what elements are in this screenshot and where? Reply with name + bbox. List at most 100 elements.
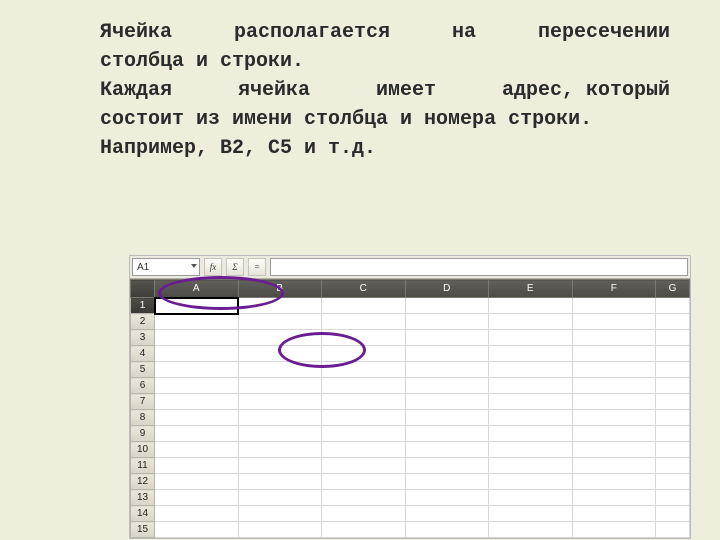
cell[interactable]	[656, 346, 690, 362]
cell[interactable]	[656, 506, 690, 522]
row-header[interactable]: 5	[131, 362, 155, 378]
cell[interactable]	[405, 314, 489, 330]
cell[interactable]	[155, 410, 239, 426]
col-header[interactable]: C	[322, 280, 406, 298]
sum-button[interactable]: Σ	[226, 258, 244, 276]
cell[interactable]	[405, 378, 489, 394]
cell[interactable]	[155, 362, 239, 378]
cell[interactable]	[405, 426, 489, 442]
cell[interactable]	[656, 442, 690, 458]
cell[interactable]	[322, 490, 406, 506]
cell[interactable]	[405, 522, 489, 538]
cell[interactable]	[238, 378, 322, 394]
row-header[interactable]: 3	[131, 330, 155, 346]
cell[interactable]	[656, 394, 690, 410]
cell[interactable]	[238, 490, 322, 506]
row-header[interactable]: 1	[131, 298, 155, 314]
cell[interactable]	[155, 522, 239, 538]
cell[interactable]	[405, 490, 489, 506]
cell[interactable]	[656, 314, 690, 330]
cell[interactable]	[489, 506, 573, 522]
cell[interactable]	[405, 458, 489, 474]
cell[interactable]	[155, 394, 239, 410]
cell[interactable]	[572, 426, 656, 442]
cell[interactable]	[572, 394, 656, 410]
cell[interactable]	[572, 362, 656, 378]
name-box[interactable]: A1	[132, 258, 200, 276]
cell[interactable]	[322, 394, 406, 410]
col-header[interactable]: A	[155, 280, 239, 298]
cell[interactable]	[656, 298, 690, 314]
cell[interactable]	[322, 474, 406, 490]
cell[interactable]	[322, 330, 406, 346]
cell[interactable]	[489, 442, 573, 458]
cell[interactable]	[572, 490, 656, 506]
cell[interactable]	[155, 346, 239, 362]
cell[interactable]	[489, 378, 573, 394]
row-header[interactable]: 8	[131, 410, 155, 426]
cell[interactable]	[155, 378, 239, 394]
cell[interactable]	[322, 442, 406, 458]
col-header[interactable]: G	[656, 280, 690, 298]
cell[interactable]	[656, 378, 690, 394]
row-header[interactable]: 7	[131, 394, 155, 410]
cell[interactable]	[322, 314, 406, 330]
cell[interactable]	[405, 442, 489, 458]
row-header[interactable]: 11	[131, 458, 155, 474]
cell[interactable]	[572, 442, 656, 458]
cell[interactable]	[572, 330, 656, 346]
cell[interactable]	[572, 378, 656, 394]
row-header[interactable]: 4	[131, 346, 155, 362]
cell[interactable]	[405, 410, 489, 426]
cell[interactable]	[405, 298, 489, 314]
cell[interactable]	[155, 458, 239, 474]
cell[interactable]	[322, 458, 406, 474]
cell[interactable]	[489, 346, 573, 362]
cell[interactable]	[238, 458, 322, 474]
cell[interactable]	[489, 314, 573, 330]
cell[interactable]	[405, 474, 489, 490]
col-header[interactable]: E	[489, 280, 573, 298]
cell[interactable]	[656, 474, 690, 490]
fx-button[interactable]: fx	[204, 258, 222, 276]
cell[interactable]	[572, 458, 656, 474]
cell[interactable]	[489, 298, 573, 314]
cell[interactable]	[572, 410, 656, 426]
cell[interactable]	[405, 506, 489, 522]
cell[interactable]	[238, 394, 322, 410]
cell[interactable]	[238, 442, 322, 458]
row-header[interactable]: 12	[131, 474, 155, 490]
cell[interactable]	[572, 474, 656, 490]
formula-input[interactable]	[270, 258, 688, 276]
cell[interactable]	[238, 522, 322, 538]
cell[interactable]	[238, 474, 322, 490]
cell[interactable]	[322, 410, 406, 426]
cell[interactable]	[656, 362, 690, 378]
cell[interactable]	[155, 330, 239, 346]
cell-A1[interactable]	[155, 298, 239, 314]
cell[interactable]	[238, 362, 322, 378]
cell[interactable]	[489, 394, 573, 410]
cell[interactable]	[155, 474, 239, 490]
cell[interactable]	[155, 490, 239, 506]
cell[interactable]	[656, 522, 690, 538]
cell[interactable]	[322, 378, 406, 394]
row-header[interactable]: 13	[131, 490, 155, 506]
cell[interactable]	[489, 474, 573, 490]
cell[interactable]	[489, 490, 573, 506]
col-header[interactable]: D	[405, 280, 489, 298]
cell[interactable]	[155, 506, 239, 522]
cell[interactable]	[405, 346, 489, 362]
cell[interactable]	[489, 522, 573, 538]
cell[interactable]	[238, 410, 322, 426]
row-header[interactable]: 10	[131, 442, 155, 458]
cell[interactable]	[405, 362, 489, 378]
cell[interactable]	[322, 346, 406, 362]
cell[interactable]	[322, 362, 406, 378]
cell[interactable]	[656, 410, 690, 426]
spreadsheet-grid[interactable]: A B C D E F G 1 2 3 4 5 6 7 8 9 10 11 12…	[130, 279, 690, 538]
cell[interactable]	[656, 458, 690, 474]
cell[interactable]	[155, 442, 239, 458]
row-header[interactable]: 9	[131, 426, 155, 442]
cell[interactable]	[572, 506, 656, 522]
